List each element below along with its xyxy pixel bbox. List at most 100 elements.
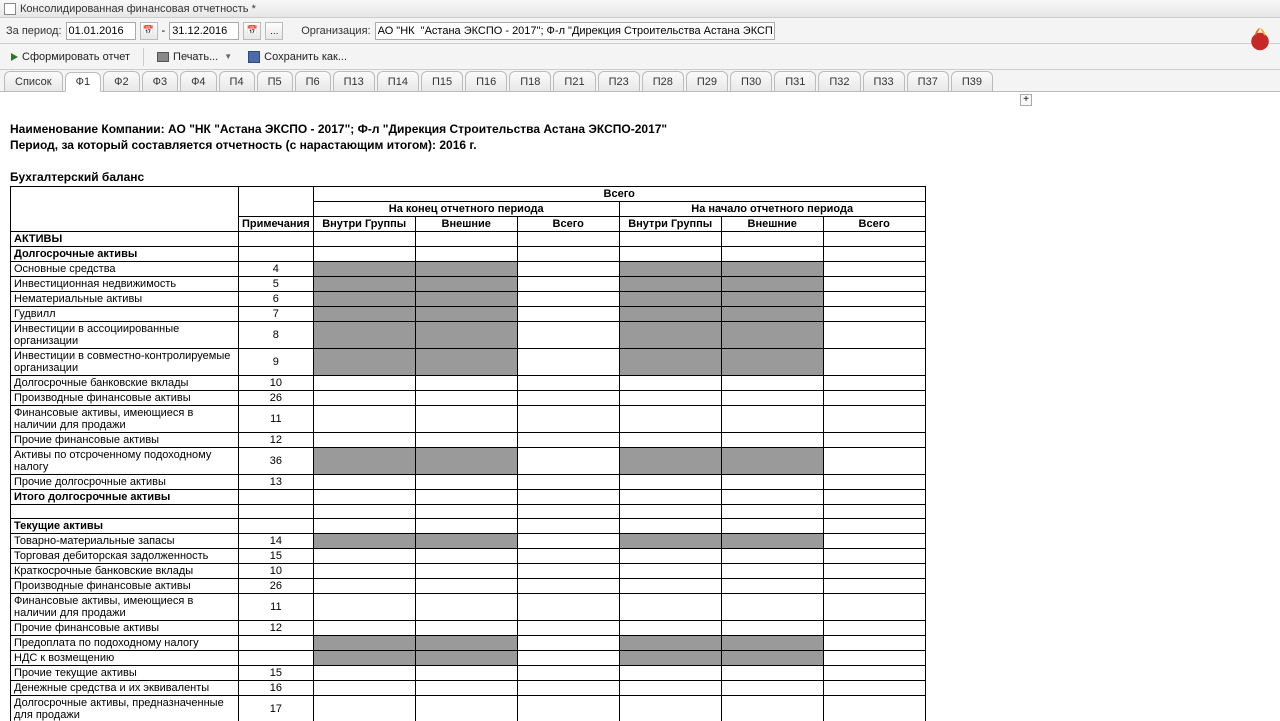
cell[interactable] [721, 262, 823, 277]
cell[interactable] [415, 406, 517, 433]
cell[interactable] [721, 666, 823, 681]
date-from-input[interactable] [66, 22, 136, 40]
cell[interactable] [313, 322, 415, 349]
cell[interactable] [721, 292, 823, 307]
cell[interactable] [517, 307, 619, 322]
cell[interactable] [619, 307, 721, 322]
cell[interactable] [823, 564, 925, 579]
cell[interactable] [619, 433, 721, 448]
cell[interactable] [517, 232, 619, 247]
cell[interactable] [415, 433, 517, 448]
cell[interactable] [415, 594, 517, 621]
cell[interactable] [721, 322, 823, 349]
cell[interactable] [823, 406, 925, 433]
cell[interactable] [313, 579, 415, 594]
cell[interactable] [415, 292, 517, 307]
cell[interactable] [823, 651, 925, 666]
cell[interactable] [517, 519, 619, 534]
cell[interactable] [415, 519, 517, 534]
cell[interactable] [619, 534, 721, 549]
cell[interactable] [517, 490, 619, 505]
cell[interactable] [415, 307, 517, 322]
tab-П33[interactable]: П33 [863, 71, 905, 91]
date-from-picker-icon[interactable]: 📅 [140, 22, 158, 40]
cell[interactable] [823, 621, 925, 636]
expand-handle[interactable]: + [1020, 94, 1032, 106]
cell[interactable] [721, 277, 823, 292]
cell[interactable] [823, 322, 925, 349]
date-to-input[interactable] [169, 22, 239, 40]
cell[interactable] [619, 247, 721, 262]
cell[interactable] [415, 475, 517, 490]
tab-П21[interactable]: П21 [553, 71, 595, 91]
cell[interactable] [619, 391, 721, 406]
cell[interactable] [619, 519, 721, 534]
tab-Ф2[interactable]: Ф2 [103, 71, 139, 91]
cell[interactable] [313, 564, 415, 579]
cell[interactable] [517, 322, 619, 349]
cell[interactable] [517, 277, 619, 292]
cell[interactable] [517, 391, 619, 406]
tab-П28[interactable]: П28 [642, 71, 684, 91]
tab-П29[interactable]: П29 [686, 71, 728, 91]
cell[interactable] [823, 696, 925, 721]
cell[interactable] [517, 292, 619, 307]
cell[interactable] [619, 406, 721, 433]
cell[interactable] [313, 262, 415, 277]
cell[interactable] [823, 376, 925, 391]
tab-П14[interactable]: П14 [377, 71, 419, 91]
cell[interactable] [721, 307, 823, 322]
cell[interactable] [415, 247, 517, 262]
cell[interactable] [823, 232, 925, 247]
cell[interactable] [721, 433, 823, 448]
cell[interactable] [415, 579, 517, 594]
cell[interactable] [517, 262, 619, 277]
cell[interactable] [313, 391, 415, 406]
cell[interactable] [313, 292, 415, 307]
cell[interactable] [619, 696, 721, 721]
cell[interactable] [619, 376, 721, 391]
cell[interactable] [517, 636, 619, 651]
cell[interactable] [721, 636, 823, 651]
cell[interactable] [415, 651, 517, 666]
cell[interactable] [517, 579, 619, 594]
cell[interactable] [823, 579, 925, 594]
organization-input[interactable] [375, 22, 775, 40]
cell[interactable] [823, 262, 925, 277]
cell[interactable] [415, 376, 517, 391]
cell[interactable] [619, 651, 721, 666]
cell[interactable] [823, 277, 925, 292]
cell[interactable] [517, 696, 619, 721]
cell[interactable] [721, 579, 823, 594]
cell[interactable] [517, 564, 619, 579]
cell[interactable] [313, 448, 415, 475]
cell[interactable] [721, 594, 823, 621]
cell[interactable] [517, 651, 619, 666]
cell[interactable] [721, 247, 823, 262]
tab-П4[interactable]: П4 [219, 71, 255, 91]
cell[interactable] [619, 349, 721, 376]
cell[interactable] [619, 322, 721, 349]
tab-П13[interactable]: П13 [333, 71, 375, 91]
tab-П6[interactable]: П6 [295, 71, 331, 91]
cell[interactable] [823, 490, 925, 505]
cell[interactable] [823, 448, 925, 475]
tab-П32[interactable]: П32 [818, 71, 860, 91]
cell[interactable] [823, 519, 925, 534]
cell[interactable] [721, 534, 823, 549]
cell[interactable] [517, 376, 619, 391]
cell[interactable] [313, 433, 415, 448]
cell[interactable] [619, 448, 721, 475]
cell[interactable] [313, 519, 415, 534]
tab-П30[interactable]: П30 [730, 71, 772, 91]
cell[interactable] [313, 621, 415, 636]
cell[interactable] [517, 621, 619, 636]
cell[interactable] [823, 247, 925, 262]
cell[interactable] [619, 564, 721, 579]
cell[interactable] [823, 349, 925, 376]
cell[interactable] [823, 433, 925, 448]
cell[interactable] [313, 534, 415, 549]
tab-П39[interactable]: П39 [951, 71, 993, 91]
tab-Ф4[interactable]: Ф4 [180, 71, 216, 91]
cell[interactable] [721, 519, 823, 534]
